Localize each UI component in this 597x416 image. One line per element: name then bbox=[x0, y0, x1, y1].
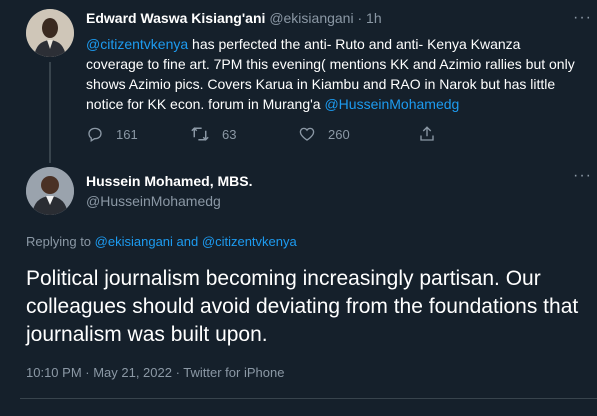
mention-link[interactable]: @HusseinMohamedg bbox=[324, 96, 459, 112]
author-name[interactable]: Hussein Mohamed, MBS. bbox=[86, 173, 252, 189]
like-button[interactable]: 260 bbox=[298, 125, 350, 143]
parent-tweet-header: Edward Waswa Kisiang'ani @ekisiangani · … bbox=[86, 10, 382, 26]
like-icon bbox=[298, 125, 316, 143]
reply-count: 161 bbox=[116, 126, 138, 142]
replying-to: Replying to @ekisiangani and @citizentvk… bbox=[26, 234, 297, 249]
more-icon[interactable]: ··· bbox=[573, 167, 592, 185]
tweet-actions: 161 63 260 bbox=[86, 125, 526, 147]
share-icon bbox=[418, 125, 436, 143]
more-icon[interactable]: ··· bbox=[573, 9, 592, 27]
author-handle[interactable]: @ekisiangani bbox=[269, 10, 353, 26]
mention-link[interactable]: @citizentvkenya bbox=[202, 234, 297, 249]
divider bbox=[20, 398, 597, 399]
separator-dot: · bbox=[357, 10, 363, 26]
retweet-button[interactable]: 63 bbox=[190, 125, 236, 143]
replying-to-label: Replying to bbox=[26, 234, 92, 249]
reply-icon bbox=[86, 125, 104, 143]
avatar[interactable] bbox=[26, 9, 74, 57]
retweet-icon bbox=[190, 125, 210, 143]
mention-link[interactable]: @citizentvkenya bbox=[86, 36, 188, 52]
tweet-thread: Edward Waswa Kisiang'ani @ekisiangani · … bbox=[0, 0, 597, 416]
replying-to-and: and bbox=[176, 234, 199, 249]
retweet-count: 63 bbox=[222, 126, 237, 142]
author-name[interactable]: Edward Waswa Kisiang'ani bbox=[86, 10, 265, 26]
thread-connector bbox=[49, 62, 51, 163]
share-button[interactable] bbox=[418, 125, 436, 143]
main-tweet-text: Political journalism becoming increasing… bbox=[26, 267, 579, 346]
mention-link[interactable]: @ekisiangani bbox=[95, 234, 173, 249]
tweet-timestamp[interactable]: 10:10 PM · May 21, 2022 · Twitter for iP… bbox=[26, 365, 284, 380]
like-count: 260 bbox=[328, 126, 350, 142]
author-handle[interactable]: @HusseinMohamedg bbox=[86, 193, 221, 209]
parent-tweet[interactable]: Edward Waswa Kisiang'ani @ekisiangani · … bbox=[0, 0, 597, 163]
tweet-time[interactable]: 1h bbox=[366, 10, 382, 26]
reply-button[interactable]: 161 bbox=[86, 125, 138, 143]
parent-tweet-text: @citizentvkenya has perfected the anti- … bbox=[86, 34, 576, 114]
avatar[interactable] bbox=[26, 167, 74, 215]
